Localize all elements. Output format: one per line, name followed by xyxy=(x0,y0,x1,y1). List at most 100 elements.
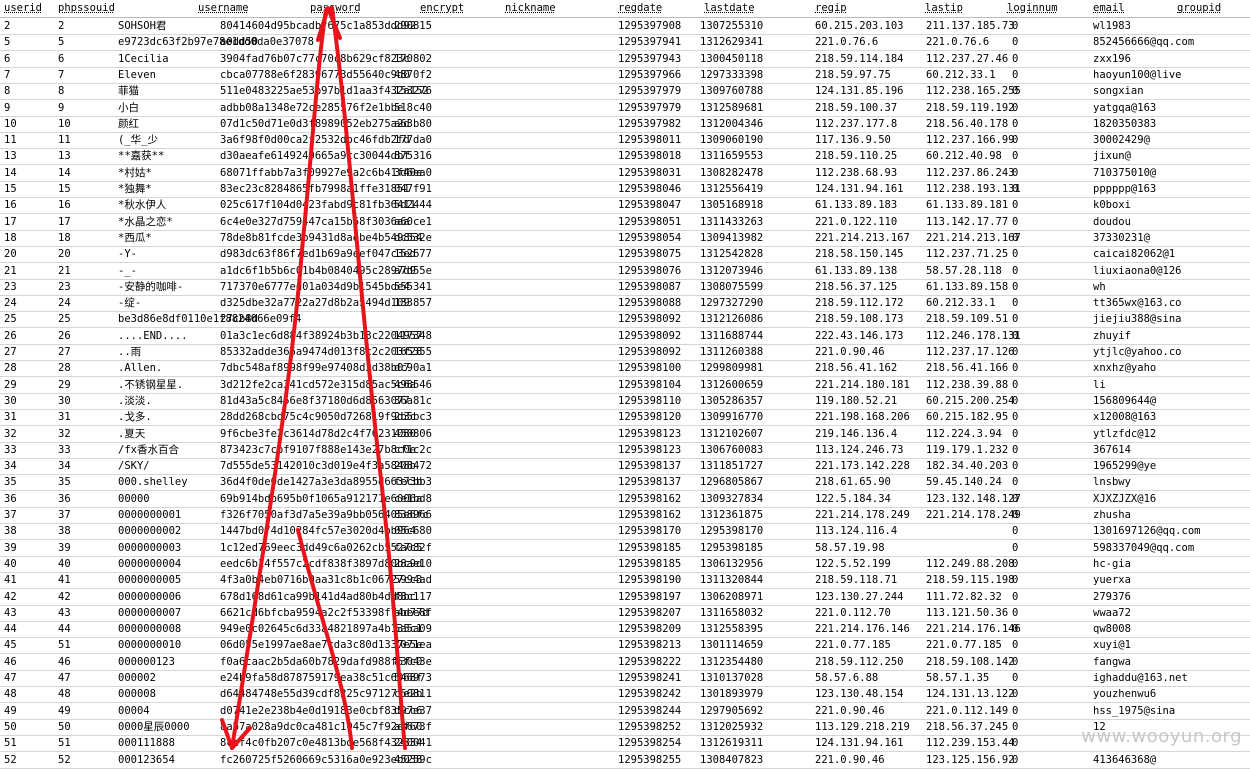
table-row[interactable]: 9 9 小白 adbb08a1348e72ce285576f2e1bbe 518c40 1… xyxy=(0,100,1250,117)
cell-email: x12008@163 xyxy=(1093,411,1157,424)
cell-email: 1965299@ye xyxy=(1093,460,1157,473)
table-row[interactable]: 25 25 be3d86e8df0110e1f8824066e09f4 27cb8d 1… xyxy=(0,311,1250,329)
table-row[interactable]: 52 52 000123654 fc260725f5260669c5316a0e923… xyxy=(0,752,1250,769)
table-row[interactable]: 18 18 *西瓜* 78de8b81fcde3b9431d8aebe4b549854… xyxy=(0,230,1250,247)
cell-email: XJXZJZX@16 xyxy=(1093,492,1157,505)
table-row[interactable]: 28 28 .Allen. 7dbc548af8998f99e97408d3d38b0… xyxy=(0,360,1250,378)
table-row[interactable]: 40 40 0000000004 eedc6b14f557c2cdf838f3897d… xyxy=(0,556,1250,573)
cell-phpssouid: 35 xyxy=(58,476,71,489)
cell-encrypt: d97e37 xyxy=(394,704,432,717)
table-row[interactable]: 49 49 00004 d0741e2e238b4e0d19183e0cbf835cc… xyxy=(0,703,1250,720)
cell-regip: 61.133.89.138 xyxy=(815,264,898,277)
column-header-regdate[interactable]: regdate xyxy=(618,2,662,15)
table-row[interactable]: 31 31 .戈多. 28dd268cbd75c4c9050d726819f9d3c 2… xyxy=(0,409,1250,427)
cell-loginnum: 0 xyxy=(1012,134,1019,147)
cell-password: 6c4e0e327d759447ca15b68f3036aa xyxy=(220,215,410,228)
cell-lastip: 112.238.165.255 xyxy=(926,85,1021,98)
table-row[interactable]: 38 38 0000000002 1447bd074d10284fc57e3020d4… xyxy=(0,523,1250,541)
table-row[interactable]: 26 26 ....END.... 01a3c1ec6d884f38924b3b13c… xyxy=(0,328,1250,345)
cell-email: ighaddu@163.net xyxy=(1093,672,1188,684)
cell-username: -Y- xyxy=(118,248,137,261)
table-row[interactable]: 14 14 *村姑* 68071ffabb7a3f09927e9a2c6b41f40e… xyxy=(0,165,1250,182)
table-row[interactable]: 37 37 0000000001 f326f7050af3d7a5e39a9bb056… xyxy=(0,507,1250,524)
table-row[interactable]: 2 2 SOHSOH君 80414604d95bcadbf675c1a853ddd92… xyxy=(0,18,1250,35)
table-row[interactable]: 41 41 0000000005 4f3a0b4eb0716b0aa31c8b1c06… xyxy=(0,572,1250,590)
cell-regdate: 1295398046 xyxy=(618,183,682,195)
table-row[interactable]: 7 7 Eleven cbca07788e6f28396773d55640c9d0 48… xyxy=(0,67,1250,84)
table-row[interactable]: 32 32 .夏天 9f6cbe3fe2c3614d78d2c4f76231080 45… xyxy=(0,426,1250,443)
column-header-userid[interactable]: userid xyxy=(4,2,42,15)
table-row[interactable]: 50 50 0000星辰0000 8ab7a028a9dc0ca481c1045c7f… xyxy=(0,719,1250,736)
cell-encrypt: 5994ad xyxy=(394,574,432,587)
cell-encrypt: c50811 xyxy=(394,688,432,701)
cell-regdate: 1295398190 xyxy=(618,574,682,587)
cell-userid: 27 xyxy=(4,346,17,358)
table-row[interactable]: 29 29 .不锈钢星星. 3d212fe2ca341cd572e315d85ac5c… xyxy=(0,377,1250,394)
table-row[interactable]: 51 51 000111888 8cef4c0fb207c0e4813bde568f4… xyxy=(0,735,1250,753)
column-header-phpssouid[interactable]: phpssouid xyxy=(58,2,115,15)
column-header-username[interactable]: username xyxy=(198,2,249,15)
table-row[interactable]: 44 44 0000000008 949e0c02645c6d33a4821897a4… xyxy=(0,621,1250,639)
cell-regip: 221.0.76.6 xyxy=(815,36,879,49)
cell-lastdate: 1311688744 xyxy=(700,329,764,342)
table-row[interactable]: 17 17 *水晶之恋* 6c4e0e327d759447ca15b68f3036aa… xyxy=(0,214,1250,231)
cell-phpssouid: 9 xyxy=(58,101,65,114)
column-header-regip[interactable]: regip xyxy=(815,2,847,15)
cell-lastdate: 1311659553 xyxy=(700,150,764,163)
cell-lastdate: 1308075599 xyxy=(700,280,764,293)
table-row[interactable]: 47 47 000002 e24b9fa58d878759179ea38c51c606… xyxy=(0,670,1250,687)
column-header-loginnum[interactable]: loginnum xyxy=(1007,2,1058,15)
cell-lastip: 218.59.119.192 xyxy=(926,101,1015,114)
table-row[interactable]: 8 8 菲猫 511e0483225ae53b97b1d1aa3f432a152 153… xyxy=(0,83,1250,101)
cell-encrypt: fecbb3 xyxy=(394,476,432,489)
cell-password: 9f6cbe3fe2c3614d78d2c4f76231080 xyxy=(220,427,416,440)
cell-phpssouid: 34 xyxy=(58,460,71,473)
table-row[interactable]: 27 27 ..雨 85332adde366a9474d013f8c2c203f28 1… xyxy=(0,344,1250,361)
cell-encrypt: 518c40 xyxy=(394,101,432,114)
table-row[interactable]: 48 48 000008 d64484748e55d39cdf8225c971277e… xyxy=(0,686,1250,704)
cell-userid: 18 xyxy=(4,231,17,244)
table-row[interactable]: 43 43 0000000007 6621cd6bfcba9594a2c2f53398… xyxy=(0,605,1250,622)
table-row[interactable]: 39 39 0000000003 1c12ed769eec3dd49c6a0262cb… xyxy=(0,540,1250,557)
table-row[interactable]: 20 20 -Y-d983dc63f86f7ed1b69a9eef047c3ed 15… xyxy=(0,246,1250,264)
cell-encrypt: 875316 xyxy=(394,150,432,163)
cell-phpssouid: 28 xyxy=(58,362,71,375)
table-row[interactable]: 24 24 -绽-d325dbe32a7722a27d8b2a5494d109 133… xyxy=(0,295,1250,313)
cell-regip: 221.0.90.46 xyxy=(815,753,885,766)
column-header-encrypt[interactable]: encrypt xyxy=(420,2,464,15)
column-header-lastdate[interactable]: lastdate xyxy=(704,2,755,15)
table-row[interactable]: 10 10 颜红 07d1c50d71e0d3f8989052eb275a2d a63b… xyxy=(0,116,1250,133)
column-header-password[interactable]: password xyxy=(310,2,361,15)
cell-userid: 47 xyxy=(4,672,17,684)
column-header-email[interactable]: email xyxy=(1093,2,1125,15)
cell-username: 0000000002 xyxy=(118,525,182,538)
table-row[interactable]: 21 21 -_- a1dc6f1b5b6c01b4b0840495c2897d9 a7… xyxy=(0,263,1250,280)
table-row[interactable]: 16 16 *秋水伊人 025c617f104d0423fabd9c81fb36411… xyxy=(0,197,1250,215)
cell-loginnum: 0 xyxy=(1012,20,1019,32)
table-row[interactable]: 46 46 000000123 f0a6caac2b5da60b7829dafd988… xyxy=(0,654,1250,671)
cell-phpssouid: 16 xyxy=(58,199,71,212)
table-row[interactable]: 23 23 -安静的咖啡- 717370e6777ed01a034d9b1545bde… xyxy=(0,279,1250,296)
cell-lastip: 221.214.213.167 xyxy=(926,231,1021,244)
cell-password: 1447bd074d10284fc57e3020d4bb964 xyxy=(220,525,416,538)
cell-lastdate: 1308407823 xyxy=(700,753,764,766)
table-row[interactable]: 5 5 e9723dc63f2b97e78e1dd0da0e37078 a0dd50 1… xyxy=(0,34,1250,52)
cell-regdate: 1295398207 xyxy=(618,606,682,619)
table-row[interactable]: 34 34/SKY/7d555de53142010c3d019e4f3a5848b… xyxy=(0,458,1250,476)
table-row[interactable]: 6 6 1Cecilia 3904fad76b07c77c70c8b629cf823c… xyxy=(0,51,1250,68)
table-row[interactable]: 36 36 00000 69b914bdb695b0f1065a912171e6006… xyxy=(0,491,1250,508)
table-row[interactable]: 30 30 .淡淡. 81d43a5c8456e8f37180d6d8563077 36… xyxy=(0,393,1250,410)
table-row[interactable]: 42 42 0000000006 678d168d61ca99b141d4ad80b4… xyxy=(0,589,1250,606)
column-header-groupid[interactable]: groupid xyxy=(1177,2,1221,15)
table-row[interactable]: 15 15 *独舞* 83ec23c8284865fb7998a1ffe31851 04… xyxy=(0,181,1250,198)
cell-encrypt: cf1c2c xyxy=(394,443,432,456)
table-row[interactable]: 13 13 **嘉获** d30aeafe6149249665a9cc30044dbf… xyxy=(0,148,1250,166)
column-header-lastip[interactable]: lastip xyxy=(925,2,963,15)
table-row[interactable]: 45 51 0000000010 06d055e1997ae8ae7cda3c80d1… xyxy=(0,637,1250,655)
table-row[interactable]: 33 33/fx香水百合 873423c7cbf9107f888e143e27b8c… xyxy=(0,442,1250,459)
cell-loginnum: 0 xyxy=(1012,525,1019,538)
column-header-nickname[interactable]: nickname xyxy=(505,2,556,15)
cell-regdate: 1295398123 xyxy=(618,427,682,440)
table-row[interactable]: 35 35 000.shelley 36d4f0de0de1427a3e3da8955… xyxy=(0,474,1250,492)
table-row[interactable]: 11 11 (_华_少 3a6f98f0d00ca2f2532dbc46fdb2fd 1… xyxy=(0,132,1250,150)
